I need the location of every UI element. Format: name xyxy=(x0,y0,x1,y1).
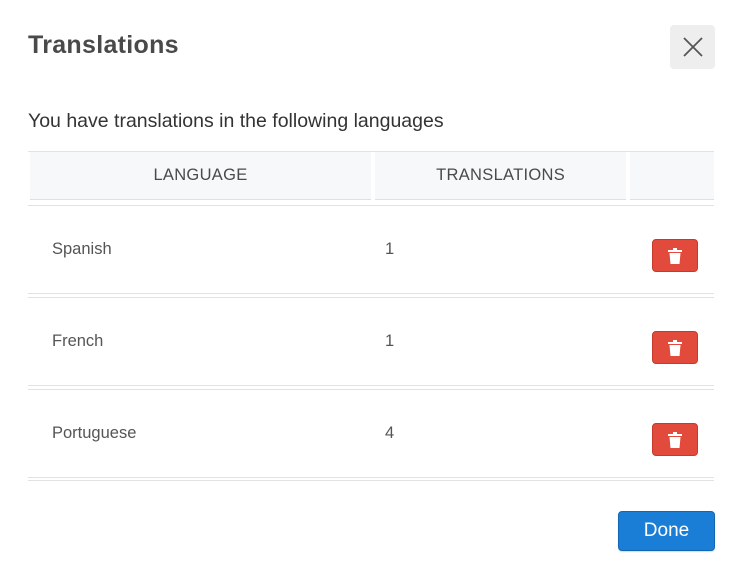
dialog-title: Translations xyxy=(28,31,179,59)
language-cell: Spanish xyxy=(52,240,112,258)
translations-count-cell: 1 xyxy=(385,240,395,258)
trash-icon xyxy=(668,339,683,356)
table-row: French 1 xyxy=(28,297,714,386)
close-icon xyxy=(682,37,703,57)
delete-button[interactable] xyxy=(652,331,699,364)
language-cell: French xyxy=(52,332,104,350)
intro-text: You have translations in the following l… xyxy=(28,110,444,132)
table-bottom-divider xyxy=(28,480,714,481)
close-button[interactable] xyxy=(670,25,715,69)
done-button[interactable]: Done xyxy=(618,511,715,551)
actions-cell xyxy=(630,390,714,477)
actions-cell xyxy=(630,298,714,385)
column-header-actions xyxy=(630,152,714,200)
translations-table: LANGUAGE TRANSLATIONS Spanish 1 French 1 xyxy=(28,151,714,481)
language-cell: Portuguese xyxy=(52,424,137,442)
column-header-language: LANGUAGE xyxy=(30,152,371,200)
trash-icon xyxy=(668,247,683,264)
table-row: Portuguese 4 xyxy=(28,389,714,478)
actions-cell xyxy=(630,206,714,293)
translations-dialog: Translations You have translations in th… xyxy=(0,0,734,577)
table-row: Spanish 1 xyxy=(28,205,714,294)
delete-button[interactable] xyxy=(652,239,699,272)
translations-count-cell: 4 xyxy=(385,424,395,442)
delete-button[interactable] xyxy=(652,423,699,456)
trash-icon xyxy=(668,431,683,448)
column-header-translations: TRANSLATIONS xyxy=(374,152,627,200)
translations-count-cell: 1 xyxy=(385,332,395,350)
table-header-row: LANGUAGE TRANSLATIONS xyxy=(28,151,714,200)
